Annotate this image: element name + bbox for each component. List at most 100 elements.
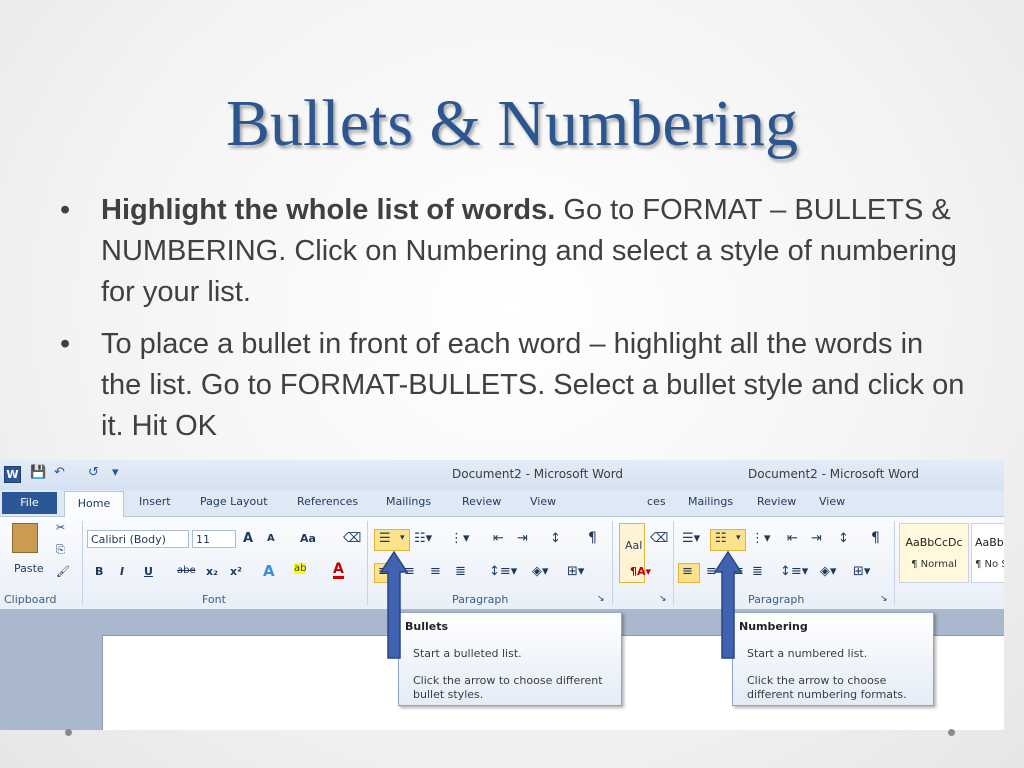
increase-indent-icon[interactable]: ⇥ (811, 531, 822, 546)
strikethrough-button[interactable]: abe (177, 565, 196, 576)
paste-button[interactable]: Paste (14, 562, 44, 575)
tooltip-line: Start a bulleted list. (413, 647, 522, 660)
justify-icon[interactable]: ≣ (455, 564, 466, 579)
font-size-combo[interactable]: 11 (192, 530, 236, 548)
bullet-bold-text: Highlight the whole list of words. (101, 194, 556, 226)
tab-review[interactable]: Review (462, 495, 501, 508)
tooltip-numbering: Numbering Start a numbered list. Click t… (732, 612, 934, 706)
line-spacing-icon[interactable]: ↕≡▾ (780, 564, 808, 579)
show-marks-button[interactable]: ¶ (588, 530, 597, 546)
bullet-list: • Highlight the whole list of words. Go t… (60, 190, 970, 458)
decrease-indent-icon[interactable]: ⇤ (493, 531, 504, 546)
line-spacing-icon[interactable]: ↕≡▾ (489, 564, 517, 579)
tooltip-title: Bullets (405, 620, 449, 633)
font-color-icon[interactable]: ¶A▾ (630, 565, 651, 578)
slide-title: Bullets & Numbering (226, 87, 798, 160)
style-no-spacing[interactable]: AaBb ¶ No S (971, 523, 1004, 583)
dialog-launcher-icon[interactable]: ↘ (597, 594, 605, 604)
align-left-icon: ≡ (682, 564, 693, 579)
style-sample: AaBbCcDc (905, 536, 963, 549)
shading-icon[interactable]: ◈▾ (532, 564, 549, 579)
tab-review[interactable]: Review (757, 495, 796, 508)
numbering-icon[interactable]: ☷▾ (414, 531, 432, 546)
chevron-down-icon[interactable]: ▾ (736, 533, 741, 543)
change-case-button[interactable]: Aa (300, 532, 316, 545)
tab-insert[interactable]: Insert (139, 495, 171, 508)
title-bar: W 💾 ↶ ↺ ▾ Document2 - Microsoft Word Doc… (0, 460, 1004, 490)
tab-references-partial[interactable]: ces (647, 495, 666, 508)
numbering-button[interactable]: ☷ ▾ (710, 529, 746, 551)
chevron-down-icon[interactable]: ▾ (400, 533, 405, 543)
multilevel-list-icon[interactable]: ⋮▾ (450, 531, 470, 546)
window-title: Document2 - Microsoft Word (452, 467, 624, 481)
undo-icon[interactable]: ↶ (54, 465, 65, 480)
format-painter-icon[interactable]: 🖌 (56, 565, 70, 578)
word-screenshot: W 💾 ↶ ↺ ▾ Document2 - Microsoft Word Doc… (0, 460, 1004, 730)
text-effects-icon[interactable]: A (263, 562, 275, 580)
tab-mailings[interactable]: Mailings (386, 495, 431, 508)
bullets-icon: ☰ (379, 531, 391, 546)
tab-view[interactable]: View (530, 495, 556, 508)
ribbon: Paste ✂ ⎘ 🖌 Clipboard Calibri (Body) 11 … (0, 517, 1004, 610)
underline-button[interactable]: U (144, 565, 153, 578)
tab-references[interactable]: References (297, 495, 358, 508)
window-title: Document2 - Microsoft Word (748, 467, 920, 481)
shading-icon[interactable]: ◈▾ (820, 564, 837, 579)
multilevel-list-icon[interactable]: ⋮▾ (751, 531, 771, 546)
decrease-indent-icon[interactable]: ⇤ (787, 531, 798, 546)
superscript-button[interactable]: x² (230, 565, 242, 578)
paste-icon[interactable] (12, 523, 38, 553)
tab-view[interactable]: View (819, 495, 845, 508)
copy-icon[interactable]: ⎘ (56, 543, 65, 557)
bullets-button[interactable]: ☰ ▾ (374, 529, 410, 551)
highlight-color-icon[interactable]: ab (294, 563, 307, 574)
dialog-launcher-icon[interactable]: ↘ (659, 594, 667, 604)
tab-home[interactable]: Home (64, 491, 124, 517)
group-divider (612, 521, 613, 605)
cut-icon[interactable]: ✂ (56, 521, 65, 534)
font-color-icon[interactable]: A (333, 562, 344, 579)
bold-button[interactable]: B (95, 565, 103, 578)
justify-icon[interactable]: ≣ (752, 564, 763, 579)
save-icon[interactable]: 💾 (30, 465, 46, 480)
italic-button[interactable]: I (120, 565, 124, 578)
bullets-icon[interactable]: ☰▾ (682, 531, 700, 546)
redo-icon[interactable]: ↺ (88, 465, 99, 480)
tooltip-line: Click the arrow to choose different numb… (747, 674, 907, 701)
group-label-paragraph: Paragraph (748, 593, 805, 606)
tooltip-line: Click the arrow to choose different bull… (413, 674, 603, 701)
slide-corner-dot (948, 729, 955, 736)
dialog-launcher-icon[interactable]: ↘ (880, 594, 888, 604)
align-right-icon[interactable]: ≡ (430, 564, 441, 579)
borders-icon[interactable]: ⊞▾ (853, 564, 870, 579)
group-divider (82, 521, 83, 605)
borders-icon[interactable]: ⊞▾ (567, 564, 584, 579)
numbering-icon: ☷ (715, 531, 727, 546)
tooltip-line: Start a numbered list. (747, 647, 868, 660)
subscript-button[interactable]: x₂ (206, 565, 218, 578)
font-name-combo[interactable]: Calibri (Body) (87, 530, 189, 548)
increase-indent-icon[interactable]: ⇥ (517, 531, 528, 546)
ribbon-tabs: File Home Insert Page Layout References … (0, 490, 1004, 517)
grow-font-button[interactable]: A (243, 531, 253, 546)
sort-icon[interactable]: ↕ (550, 531, 561, 546)
style-sample-partial: Aal (625, 539, 643, 552)
tooltip-title: Numbering (739, 620, 808, 633)
show-marks-button[interactable]: ¶ (871, 530, 880, 546)
shrink-font-button[interactable]: A (267, 533, 275, 544)
group-label-clipboard: Clipboard (4, 593, 57, 606)
arrow-up-icon (713, 550, 743, 659)
tab-page-layout[interactable]: Page Layout (200, 495, 268, 508)
clear-format-icon[interactable]: ⌫ (650, 531, 668, 546)
style-name: ¶ Normal (911, 559, 957, 570)
tab-mailings[interactable]: Mailings (688, 495, 733, 508)
sort-icon[interactable]: ↕ (838, 531, 849, 546)
group-divider (673, 521, 674, 605)
tab-file[interactable]: File (2, 492, 57, 514)
style-normal[interactable]: AaBbCcDc ¶ Normal (899, 523, 969, 583)
clear-format-icon[interactable]: ⌫ (343, 531, 361, 546)
style-sample: AaBb (975, 536, 1004, 549)
bullet-text: To place a bullet in front of each word … (101, 328, 965, 442)
customize-qat-icon[interactable]: ▾ (112, 465, 119, 480)
list-item: • Highlight the whole list of words. Go t… (60, 190, 970, 313)
